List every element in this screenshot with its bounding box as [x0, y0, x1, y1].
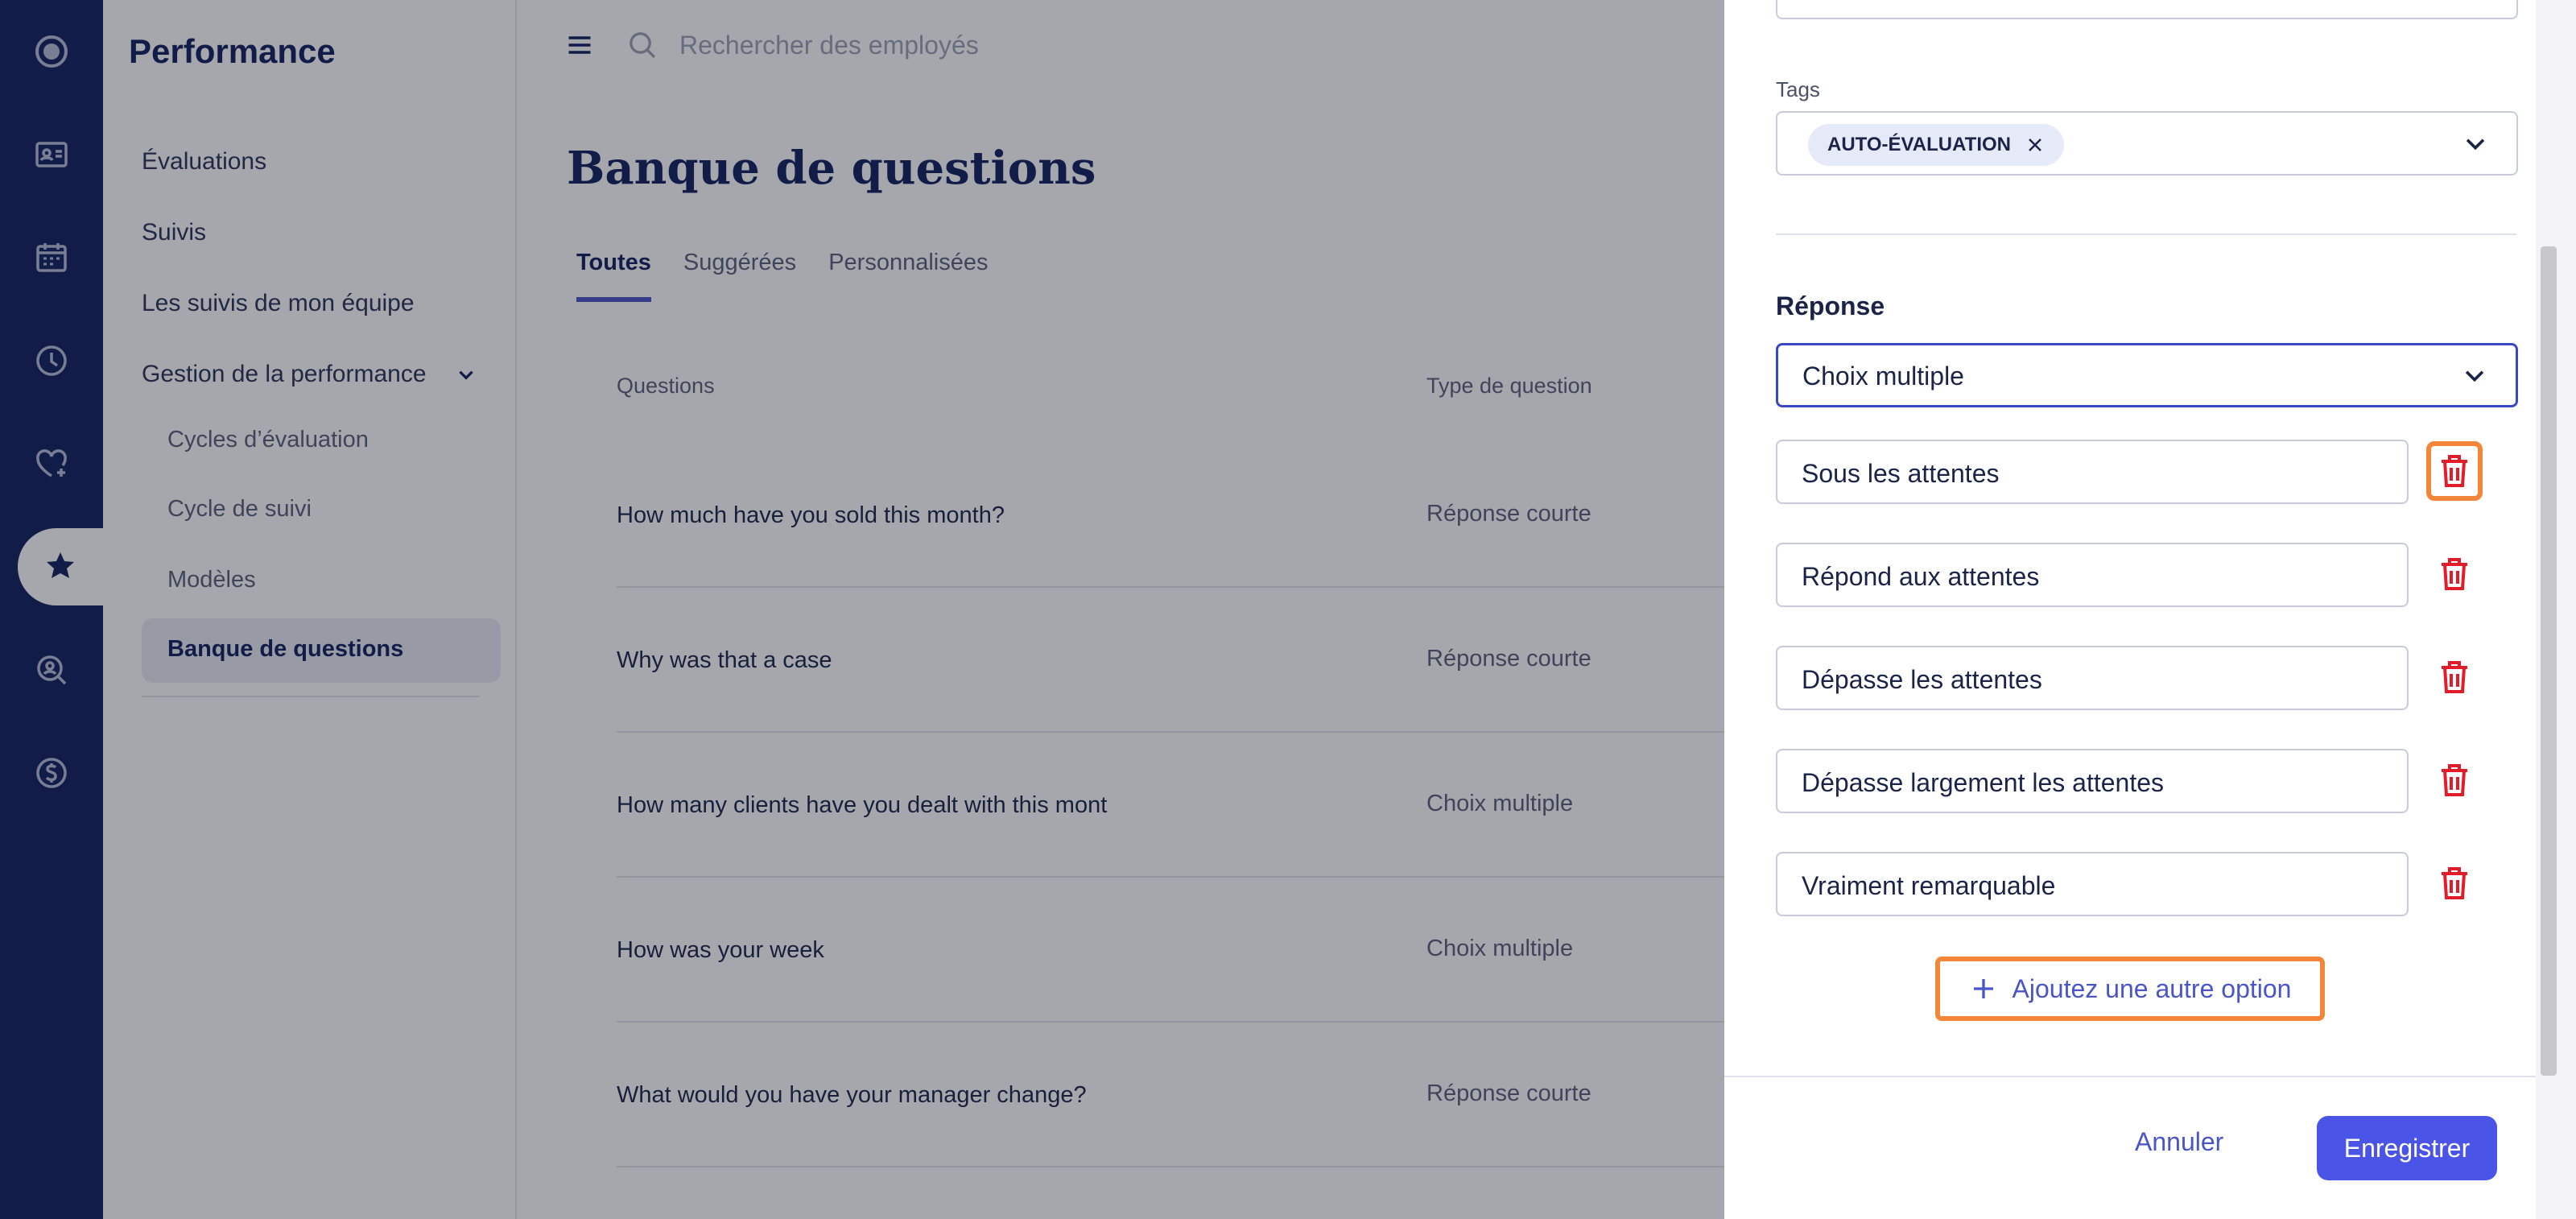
delete-option-button[interactable] [2426, 441, 2483, 501]
modal-backdrop[interactable] [0, 0, 1724, 1219]
add-option-label: Ajoutez une autre option [2012, 973, 2292, 1003]
option-input[interactable]: Répond aux attentes [1776, 543, 2409, 607]
delete-option-button[interactable] [2426, 544, 2483, 604]
tag-chip-label: AUTO-ÉVALUATION [1827, 134, 2011, 155]
chevron-down-icon[interactable] [2462, 130, 2489, 157]
option-input[interactable]: Dépasse les attentes [1776, 646, 2409, 710]
trash-icon [2442, 661, 2467, 693]
question-editor-drawer: Tags AUTO-ÉVALUATION Réponse Choix multi… [1724, 0, 2576, 1219]
plus-icon [1973, 979, 1993, 998]
option-input[interactable]: Dépasse largement les attentes [1776, 749, 2409, 813]
delete-option-button[interactable] [2426, 750, 2483, 810]
option-value: Dépasse les attentes [1802, 665, 2042, 694]
tags-select[interactable]: AUTO-ÉVALUATION [1776, 111, 2518, 176]
section-divider [1776, 233, 2516, 235]
save-button[interactable]: Enregistrer [2317, 1116, 2497, 1180]
response-type-value: Choix multiple [1802, 362, 1964, 390]
response-title: Réponse [1776, 291, 1885, 320]
tags-label: Tags [1776, 77, 1820, 101]
option-value: Dépasse largement les attentes [1802, 768, 2165, 797]
add-option-button[interactable]: Ajoutez une autre option [1935, 957, 2325, 1021]
footer-divider [1724, 1076, 2536, 1077]
trash-icon [2442, 455, 2467, 487]
response-type-select[interactable]: Choix multiple [1776, 343, 2518, 407]
question-field[interactable] [1776, 0, 2518, 19]
trash-icon [2442, 867, 2467, 899]
delete-option-button[interactable] [2426, 647, 2483, 707]
cancel-button[interactable]: Annuler [2135, 1127, 2223, 1157]
delete-option-button[interactable] [2426, 853, 2483, 913]
close-icon[interactable] [2025, 135, 2045, 155]
tag-chip: AUTO-ÉVALUATION [1808, 124, 2064, 166]
chevron-down-icon [2465, 370, 2484, 382]
option-value: Répond aux attentes [1802, 562, 2040, 591]
option-value: Sous les attentes [1802, 459, 2000, 488]
option-input[interactable]: Sous les attentes [1776, 440, 2409, 504]
trash-icon [2442, 558, 2467, 590]
option-value: Vraiment remarquable [1802, 871, 2056, 900]
option-input[interactable]: Vraiment remarquable [1776, 852, 2409, 916]
scrollbar-thumb[interactable] [2541, 246, 2557, 1076]
trash-icon [2442, 764, 2467, 796]
